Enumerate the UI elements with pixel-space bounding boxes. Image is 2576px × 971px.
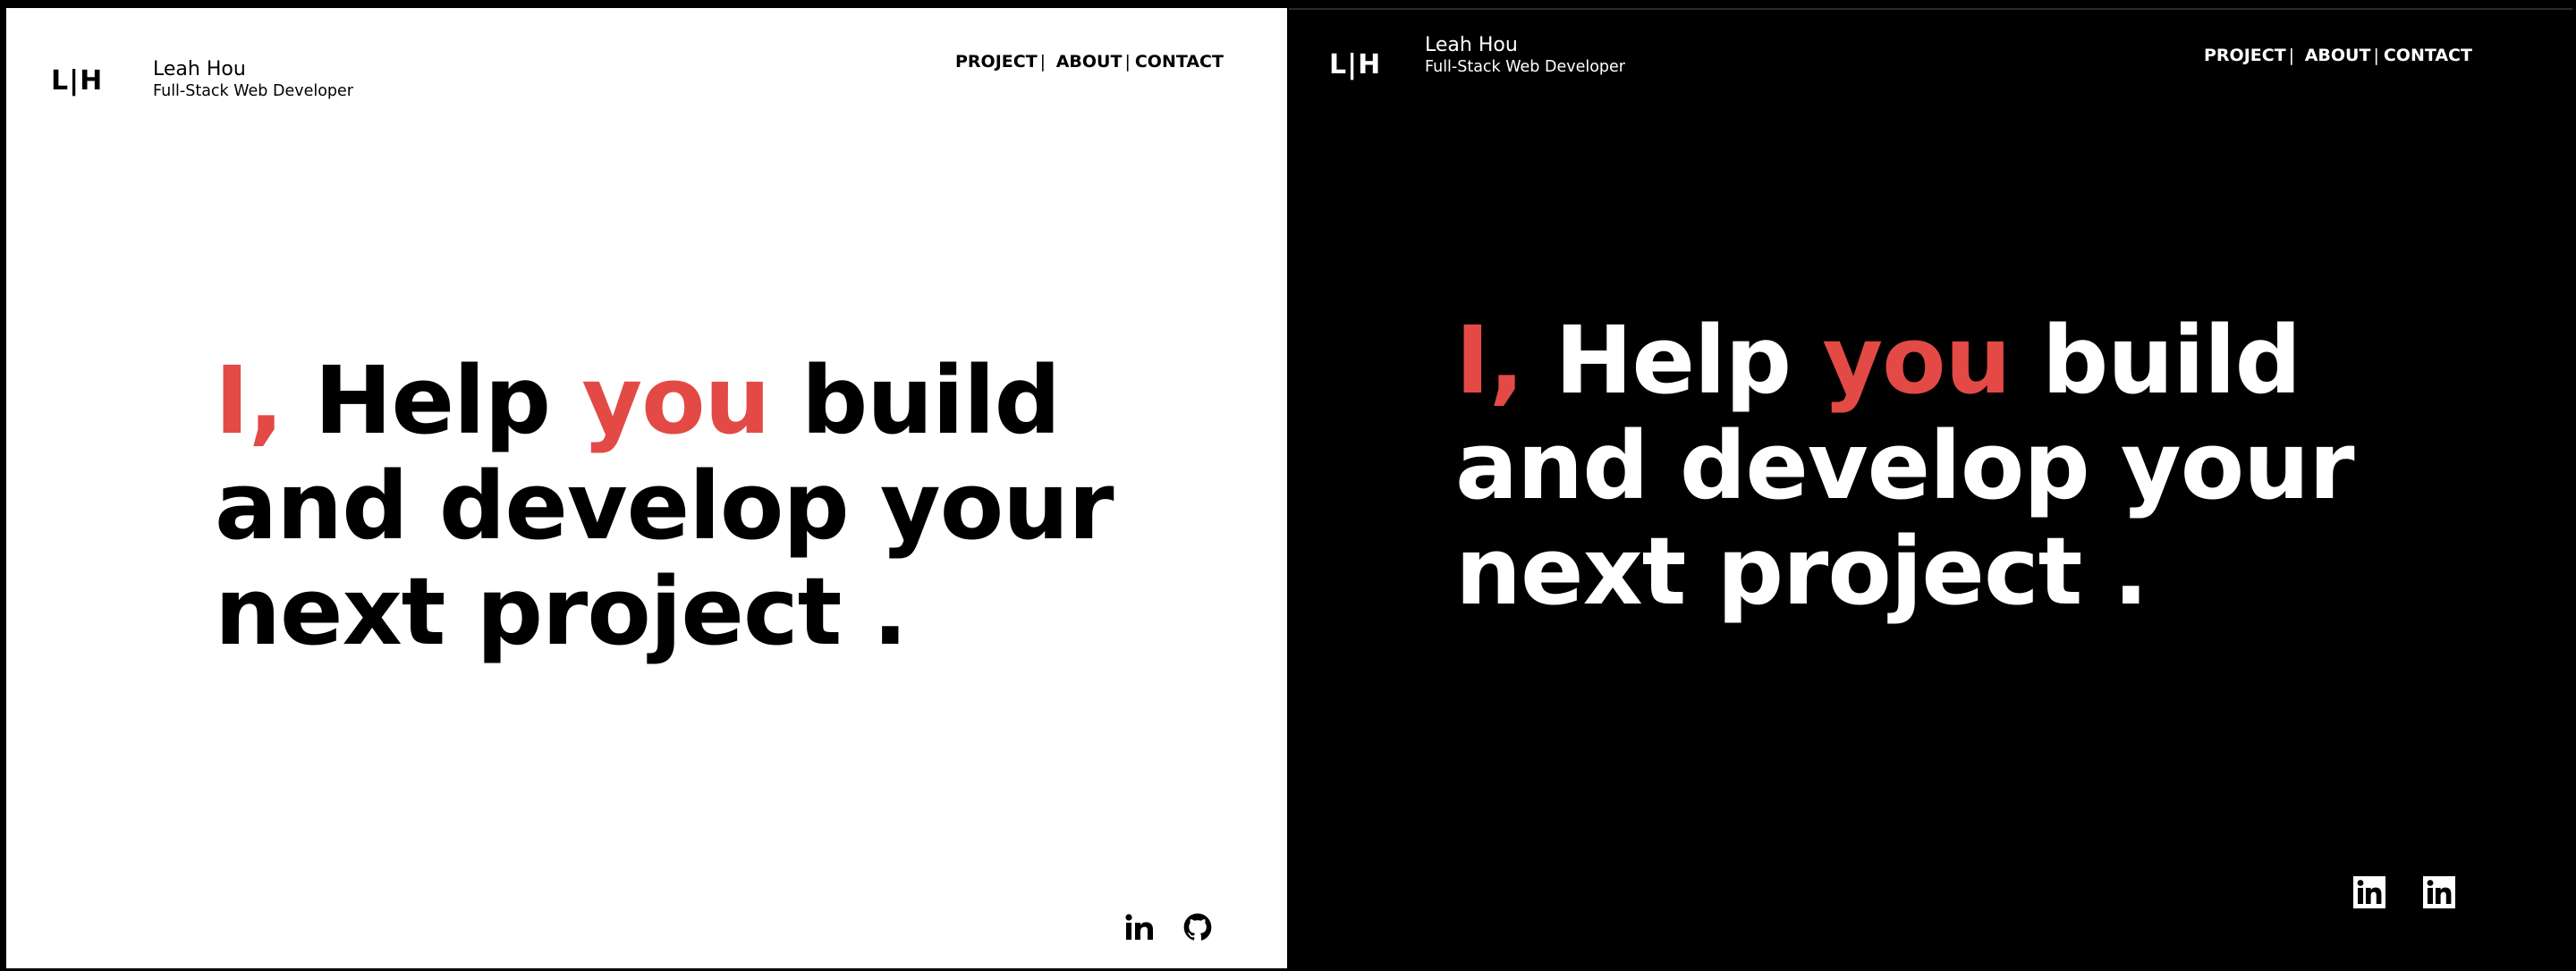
hero-line-1: I, Help you build (1455, 308, 2354, 413)
logo[interactable]: L|H (1329, 49, 1381, 80)
linkedin-icon[interactable] (2353, 876, 2385, 912)
hero-help: Help (1555, 306, 1792, 415)
logo-letter-l: L (51, 65, 70, 97)
hero-build: build (801, 346, 1061, 455)
logo-letter-h: H (80, 65, 104, 97)
brand-role: Full-Stack Web Developer (153, 82, 353, 100)
logo-letter-h: H (1358, 49, 1382, 80)
nav-project-link[interactable]: PROJECT (955, 52, 1038, 72)
nav-separator: | (2288, 46, 2295, 65)
hero-line-2: and develop your (1455, 411, 2354, 520)
brand-block: Leah Hou Full-Stack Web Developer (1425, 34, 1625, 77)
brand-name: Leah Hou (1425, 34, 1518, 56)
logo-bar: | (69, 65, 80, 97)
hero-line-2: and develop your (215, 452, 1114, 561)
nav-contact-link[interactable]: CONTACT (1135, 52, 1224, 72)
hero-headline: I, Help you build and develop your next … (215, 348, 1114, 664)
nav-about-link[interactable]: ABOUT (1056, 52, 1123, 72)
linkedin-icon[interactable] (1124, 913, 1155, 945)
hero-line-3: next project . (1455, 517, 2148, 626)
github-icon[interactable] (1183, 913, 1212, 945)
nav-separator: | (1039, 52, 1046, 72)
logo-bar: | (1347, 49, 1359, 80)
hero-help: Help (314, 346, 551, 455)
hero-line-1: I, Help you build (215, 348, 1114, 453)
logo-letter-l: L (1329, 49, 1348, 80)
hero-build: build (2041, 306, 2301, 415)
nav-separator: | (2373, 46, 2379, 65)
social-links (2353, 876, 2455, 912)
brand-block: Leah Hou Full-Stack Web Developer (153, 58, 353, 101)
top-nav: PROJECT | ABOUT | CONTACT (955, 52, 1224, 72)
light-theme-panel: L|H Leah Hou Full-Stack Web Developer PR… (6, 8, 1287, 968)
dark-theme-panel: L|H Leah Hou Full-Stack Web Developer PR… (1289, 8, 2572, 970)
linkedin-icon[interactable] (2423, 876, 2455, 912)
top-nav: PROJECT | ABOUT | CONTACT (2204, 46, 2472, 65)
hero-line-3: next project . (215, 557, 908, 666)
brand-name: Leah Hou (153, 58, 246, 80)
social-links (1124, 913, 1212, 945)
brand-role: Full-Stack Web Developer (1425, 58, 1625, 76)
nav-about-link[interactable]: ABOUT (2305, 46, 2371, 65)
hero-first-word: I, (1455, 306, 1524, 415)
hero-first-word: I, (215, 346, 284, 455)
logo[interactable]: L|H (51, 65, 103, 97)
hero-you: you (581, 346, 770, 455)
nav-project-link[interactable]: PROJECT (2204, 46, 2286, 65)
nav-separator: | (1124, 52, 1131, 72)
hero-you: you (1822, 306, 2011, 415)
hero-headline: I, Help you build and develop your next … (1455, 308, 2354, 624)
nav-contact-link[interactable]: CONTACT (2384, 46, 2472, 65)
